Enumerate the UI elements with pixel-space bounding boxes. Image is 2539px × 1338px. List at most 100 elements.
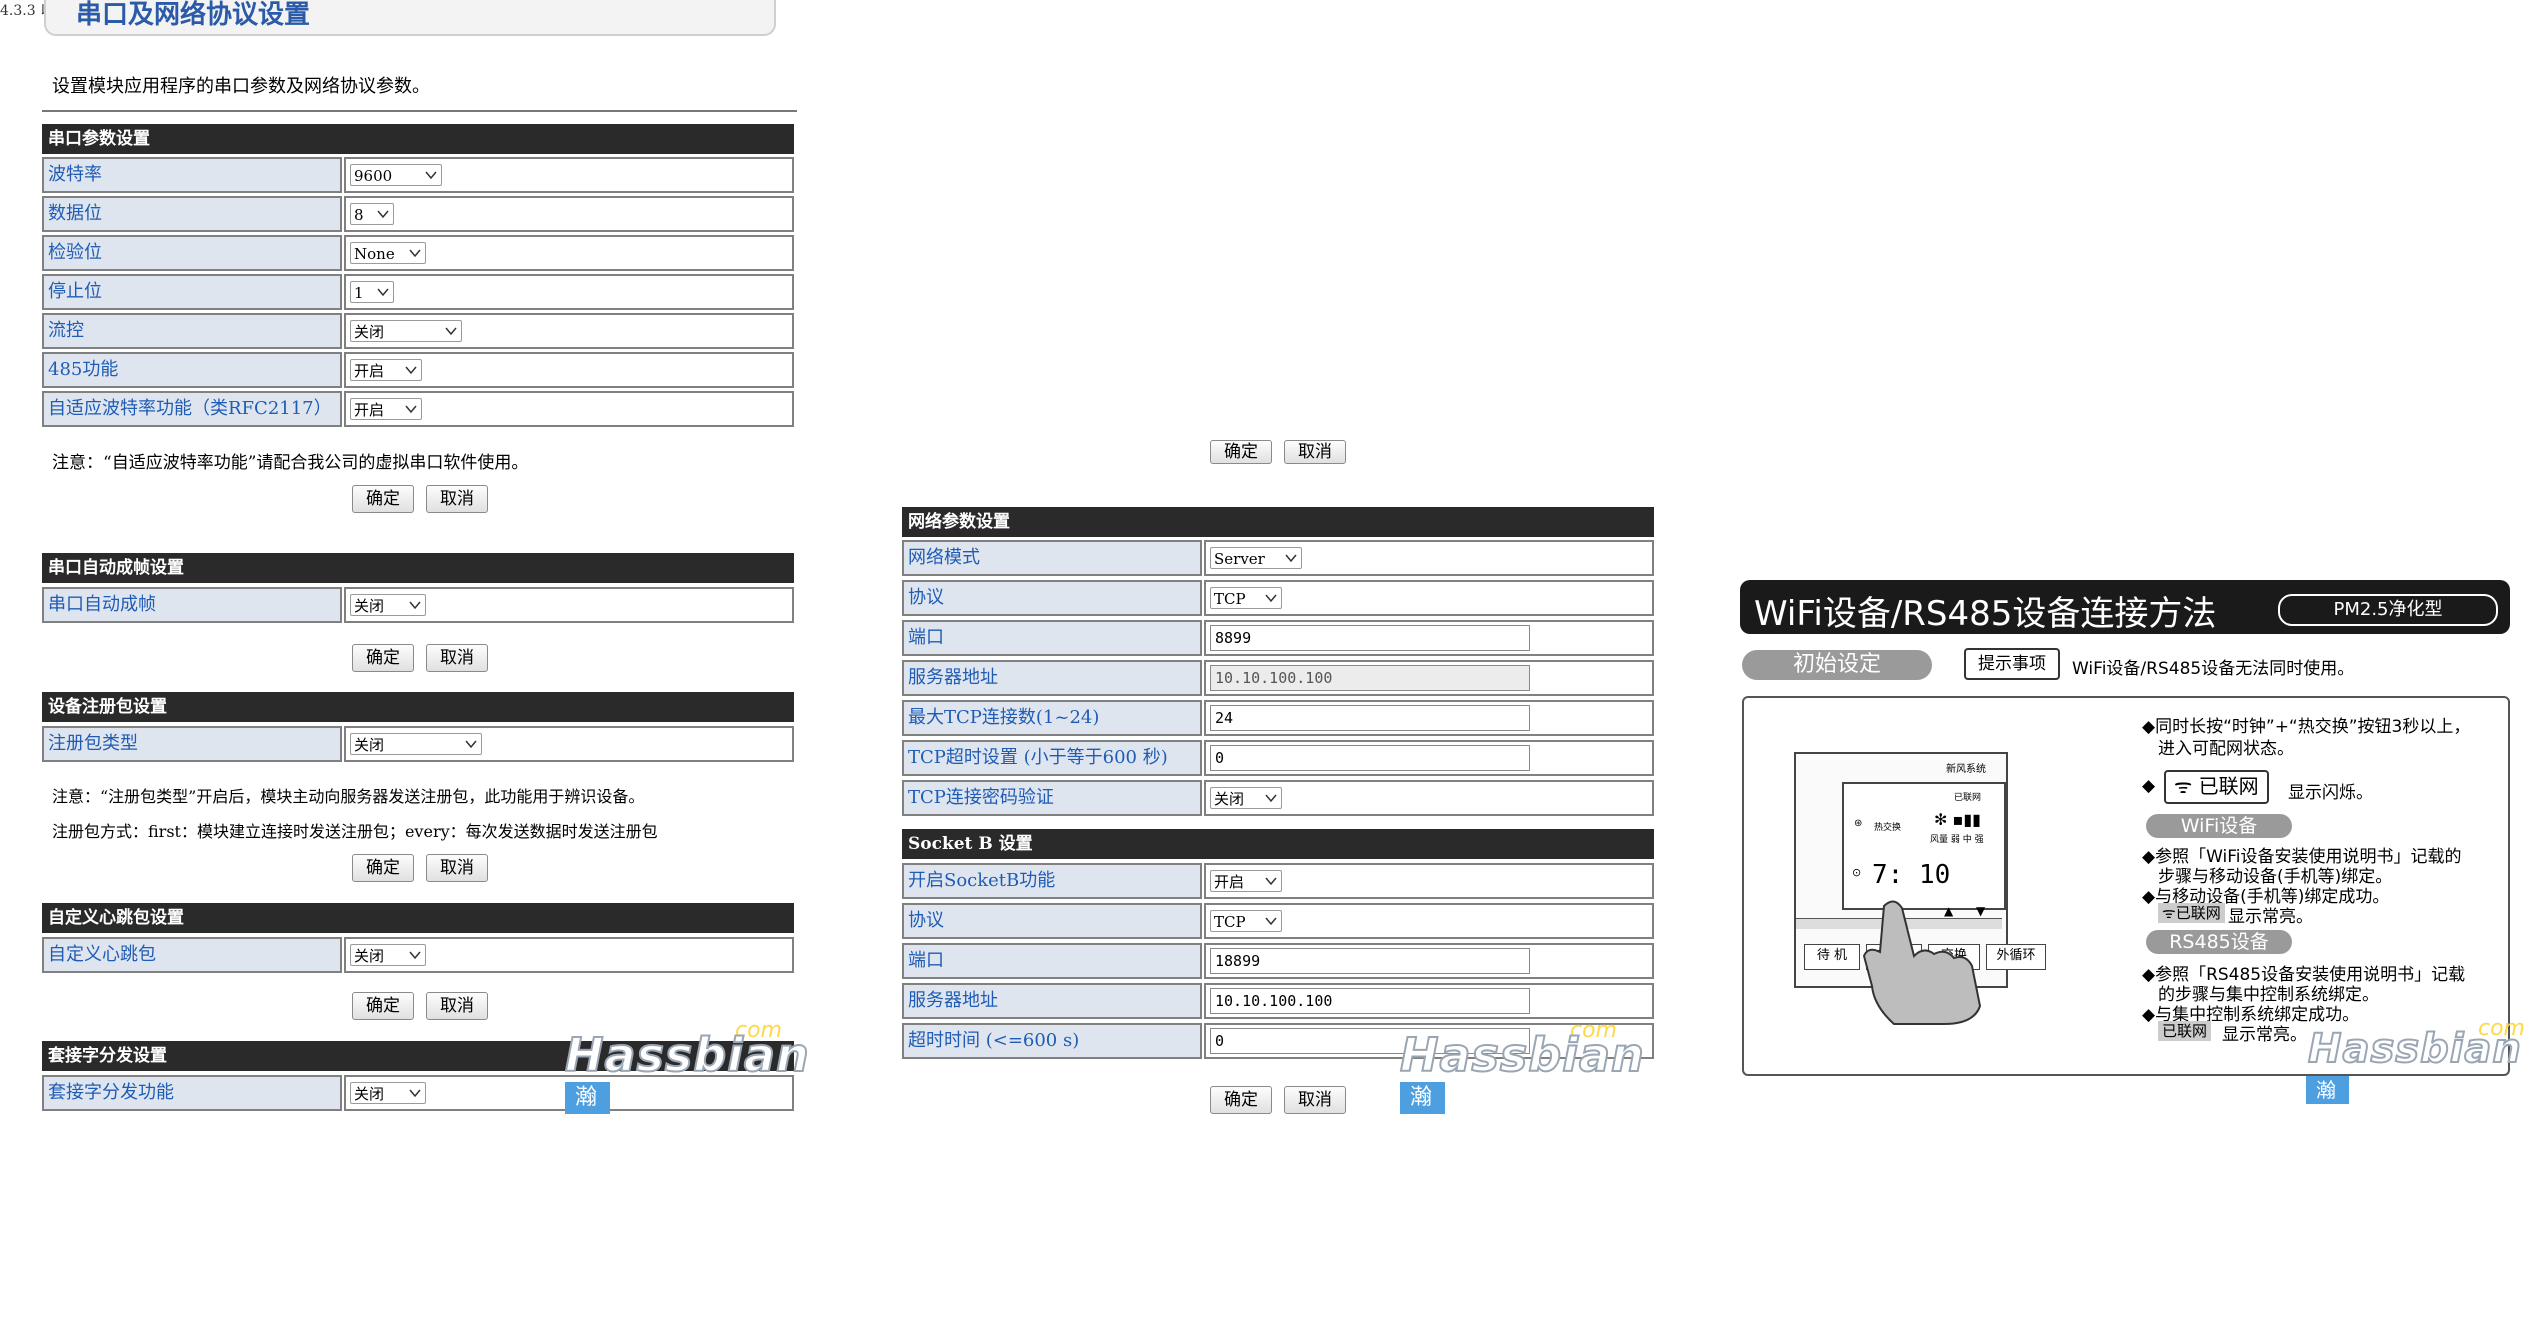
data-bits-select[interactable]: 8 <box>350 203 394 225</box>
bottom-cancel-button[interactable]: 取消 <box>1284 1086 1346 1114</box>
net-input[interactable]: 0 <box>1210 745 1530 771</box>
reg-type-label: 注册包类型 <box>42 726 342 762</box>
bottom-ok-button[interactable]: 确定 <box>1210 1086 1272 1114</box>
tip-text: WiFi设备/RS485设备无法同时使用。 <box>2072 659 2355 679</box>
net-label: 协议 <box>902 580 1202 616</box>
net-select[interactable]: TCP <box>1210 587 1282 609</box>
sockb-input[interactable]: 10.10.100.100 <box>1210 988 1530 1014</box>
stop-bits-label: 停止位 <box>42 274 342 310</box>
rs485-label: 485功能 <box>42 352 342 388</box>
serial-cancel-button[interactable]: 取消 <box>426 485 488 513</box>
net-select[interactable]: 关闭 <box>1210 787 1282 809</box>
reg-cancel-button[interactable]: 取消 <box>426 854 488 882</box>
net-label: TCP连接密码验证 <box>902 780 1202 816</box>
chevron-down-icon <box>405 405 417 414</box>
net-row: TCP超时设置 (小于等于600 秒) 0 <box>902 740 1654 776</box>
screen-time: 7: 10 <box>1872 860 1951 890</box>
connected-badge: ᯤ 已联网 <box>2164 770 2269 804</box>
net-select[interactable]: Server <box>1210 547 1302 569</box>
serial-ok-button[interactable]: 确定 <box>352 485 414 513</box>
socket-dist-label: 套接字分发功能 <box>42 1075 342 1111</box>
row-reg-type: 注册包类型 关闭 <box>42 726 794 762</box>
parity-select[interactable]: None <box>350 242 426 264</box>
step1b-text: 进入可配网状态。 <box>2158 739 2294 759</box>
data-bits-label: 数据位 <box>42 196 342 232</box>
row-flow-control: 流控 关闭 <box>42 313 794 349</box>
chevron-down-icon <box>409 951 421 960</box>
autoframe-section-header: 串口自动成帧设置 <box>42 553 794 583</box>
init-pill: 初始设定 <box>1742 650 1932 680</box>
chevron-down-icon <box>1265 917 1277 926</box>
net-row: 协议 TCP <box>902 580 1654 616</box>
chevron-down-icon <box>1265 794 1277 803</box>
row-heartbeat: 自定义心跳包 关闭 <box>42 937 794 973</box>
flash-text: 显示闪烁。 <box>2288 783 2373 803</box>
instruction-box: 新风系统 已联网 ⊛ 热交换 ✻ ▪▮▮ 风量 弱 中 强 ⊙ 7: 10 ▲ … <box>1742 696 2510 1076</box>
flow-control-label: 流控 <box>42 313 342 349</box>
screen-fan: 风量 弱 中 强 <box>1930 835 1984 845</box>
top-ok-button[interactable]: 确定 <box>1210 440 1272 464</box>
chevron-down-icon <box>409 601 421 610</box>
autoframe-ok-button[interactable]: 确定 <box>352 644 414 672</box>
net-section-header: 网络参数设置 <box>902 507 1654 537</box>
device-brand: 新风系统 <box>1946 764 1986 775</box>
reg-note-1: 注意：“注册包类型”开启后，模块主动向服务器发送注册包，此功能用于辨识设备。 <box>52 787 645 806</box>
page-title: 串口及网络协议设置 <box>76 0 311 30</box>
chevron-down-icon <box>377 210 389 219</box>
reg-type-select[interactable]: 关闭 <box>350 733 482 755</box>
net-row: 网络模式 Server <box>902 540 1654 576</box>
sockb-select[interactable]: 开启 <box>1210 870 1282 892</box>
row-baud-rate: 波特率 9600 <box>42 157 794 193</box>
chevron-down-icon <box>445 327 457 336</box>
sockb-select[interactable]: TCP <box>1210 910 1282 932</box>
wifi-step3: 显示常亮。 <box>2228 907 2313 927</box>
hand-pointer-icon <box>1862 900 1982 1025</box>
rs485-connected-tag: 已联网 <box>2158 1021 2212 1041</box>
manual-page: WiFi设备/RS485设备连接方法 PM2.5净化型 初始设定 提示事项 Wi… <box>1740 580 2525 1080</box>
autoframe-cancel-button[interactable]: 取消 <box>426 644 488 672</box>
fan-level-icon: ✻ ▪▮▮ <box>1934 810 1981 829</box>
sockb-row: 服务器地址 10.10.100.100 <box>902 983 1654 1019</box>
rs485-select[interactable]: 开启 <box>350 359 422 381</box>
stop-bits-select[interactable]: 1 <box>350 281 394 303</box>
net-row: TCP连接密码验证 关闭 <box>902 780 1654 816</box>
reg-ok-button[interactable]: 确定 <box>352 854 414 882</box>
sockb-input[interactable]: 18899 <box>1210 948 1530 974</box>
net-label: TCP超时设置 (小于等于600 秒) <box>902 740 1202 776</box>
manual-header: WiFi设备/RS485设备连接方法 PM2.5净化型 <box>1740 580 2510 634</box>
reg-note-2: 注册包方式：first：模块建立连接时发送注册包；every：每次发送数据时发送… <box>52 822 658 841</box>
heartbeat-select[interactable]: 关闭 <box>350 944 426 966</box>
screen-connected: 已联网 <box>1954 793 1982 803</box>
divider <box>42 110 797 112</box>
net-label: 端口 <box>902 620 1202 656</box>
row-auto-baud: 自适应波特率功能（类RFC2117） 开启 <box>42 391 794 427</box>
top-cancel-button[interactable]: 取消 <box>1284 440 1346 464</box>
baud-rate-select[interactable]: 9600 <box>350 164 442 186</box>
heartbeat-cancel-button[interactable]: 取消 <box>426 992 488 1020</box>
flow-control-select[interactable]: 关闭 <box>350 320 462 342</box>
net-input[interactable]: 24 <box>1210 705 1530 731</box>
auto-baud-label: 自适应波特率功能（类RFC2117） <box>42 391 342 427</box>
serial-section-header: 串口参数设置 <box>42 124 794 154</box>
rs485-step3: 显示常亮。 <box>2222 1025 2307 1045</box>
sockb-label: 端口 <box>902 943 1202 979</box>
chevron-down-icon <box>405 366 417 375</box>
net-label: 最大TCP连接数(1~24) <box>902 700 1202 736</box>
sockb-row: 端口 18899 <box>902 943 1654 979</box>
heartbeat-ok-button[interactable]: 确定 <box>352 992 414 1020</box>
chevron-down-icon <box>1265 594 1277 603</box>
sockb-label: 服务器地址 <box>902 983 1202 1019</box>
parity-label: 检验位 <box>42 235 342 271</box>
net-label: 服务器地址 <box>902 660 1202 696</box>
autoframe-select[interactable]: 关闭 <box>350 594 426 616</box>
baud-rate-label: 波特率 <box>42 157 342 193</box>
sockb-label: 开启SocketB功能 <box>902 863 1202 899</box>
socket-dist-select[interactable]: 关闭 <box>350 1082 426 1104</box>
auto-baud-select[interactable]: 开启 <box>350 398 422 420</box>
net-input: 10.10.100.100 <box>1210 665 1530 691</box>
chevron-down-icon <box>377 288 389 297</box>
sockb-row: 开启SocketB功能 开启 <box>902 863 1654 899</box>
sockb-label: 协议 <box>902 903 1202 939</box>
net-input[interactable]: 8899 <box>1210 625 1530 651</box>
chevron-down-icon <box>1265 877 1277 886</box>
